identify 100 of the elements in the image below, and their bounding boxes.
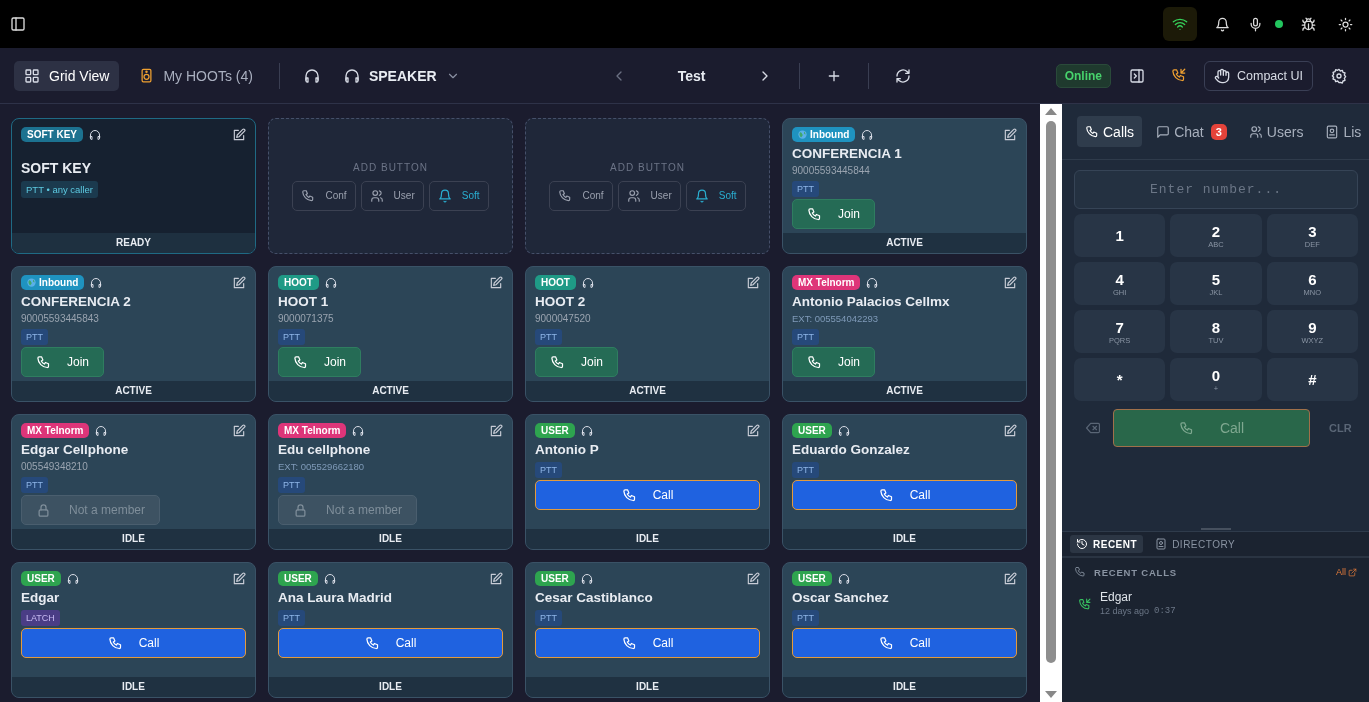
chat-icon [1156, 124, 1171, 139]
refresh-icon[interactable] [894, 67, 911, 84]
edit-icon[interactable] [1003, 571, 1017, 586]
phone-number: 9000071375 [278, 313, 334, 324]
key-card[interactable]: Inbound CONFERENCIA 2 90005593445843 PTT Join ACTIVE [11, 266, 256, 402]
phone-number: 9000047520 [535, 313, 591, 324]
edit-icon[interactable] [232, 571, 246, 586]
scrollbar[interactable] [1040, 104, 1062, 702]
panel-tab[interactable]: Chat 3 [1148, 116, 1235, 147]
backspace-icon[interactable] [1086, 421, 1100, 435]
edit-icon[interactable] [232, 127, 246, 142]
edit-icon[interactable] [232, 423, 246, 438]
microphone-icon[interactable] [1248, 16, 1263, 32]
incoming-call-icon[interactable] [1171, 68, 1186, 83]
edit-icon[interactable] [489, 571, 503, 586]
recent-tab[interactable]: RECENT [1070, 535, 1144, 553]
add-option-button[interactable]: Conf [292, 180, 356, 211]
edit-icon[interactable] [1003, 127, 1017, 142]
sun-icon[interactable] [1338, 16, 1353, 32]
call-button[interactable]: Call [792, 480, 1017, 510]
call-button[interactable]: Call [278, 628, 503, 658]
key-card[interactable]: MX Telnorm Antonio Palacios Cellmx EXT: 005554042293 PTT Join ACTIVE [782, 266, 1027, 402]
keypad-key[interactable]: # [1266, 358, 1358, 401]
settings-icon[interactable] [1331, 67, 1347, 84]
view-tab[interactable]: My HOOTs (4) [129, 60, 263, 91]
edit-icon[interactable] [746, 275, 760, 290]
edit-icon[interactable] [489, 423, 503, 438]
add-option-button[interactable]: Conf [549, 180, 613, 211]
headphones-icon [89, 128, 101, 141]
edit-icon[interactable] [232, 275, 246, 290]
join-button[interactable]: Join [792, 199, 875, 229]
key-card[interactable]: HOOT HOOT 2 9000047520 PTT Join ACTIVE [525, 266, 770, 402]
card-title: Ana Laura Madrid [278, 590, 393, 605]
card-title: HOOT 2 [535, 294, 586, 309]
add-option-button[interactable]: Soft [428, 180, 489, 211]
key-card[interactable]: USER Antonio P PTT Call IDLE [525, 414, 770, 550]
edit-icon[interactable] [489, 275, 503, 290]
audio-output-dropdown[interactable]: SPEAKER [337, 66, 466, 85]
extension-number: EXT: 005554042293 [792, 313, 879, 324]
bell-icon[interactable] [1215, 16, 1230, 32]
key-card[interactable]: USER Ana Laura Madrid PTT Call IDLE [268, 562, 513, 698]
add-option-button[interactable]: User [360, 180, 424, 211]
number-field[interactable]: Enter number... [1074, 170, 1358, 209]
status-label: IDLE [783, 529, 1026, 549]
keypad-key[interactable]: * [1074, 358, 1166, 401]
call-button[interactable]: Call [792, 628, 1017, 658]
bug-icon[interactable] [1301, 16, 1316, 32]
all-calls-link[interactable]: All [1336, 567, 1357, 577]
join-button[interactable]: Join [278, 347, 361, 377]
scroll-thumb[interactable] [1046, 121, 1056, 663]
headphones-icon [323, 572, 336, 585]
wifi-button[interactable] [1163, 7, 1197, 41]
headphones-icon[interactable] [303, 67, 320, 84]
join-button[interactable]: Join [21, 347, 104, 377]
key-card[interactable]: MX Telnorm Edu cellphone EXT: 005529662180 PTT Not a member IDLE [268, 414, 513, 550]
call-button[interactable]: Call [21, 628, 246, 658]
page-title: Test [676, 67, 707, 84]
sidebar-icon[interactable] [10, 16, 26, 32]
call-button[interactable]: Call [535, 480, 760, 510]
call-button[interactable]: Call [535, 628, 760, 658]
key-card[interactable]: HOOT HOOT 1 9000071375 PTT Join ACTIVE [268, 266, 513, 402]
key-card[interactable]: MX Telnorm Edgar Cellphone 005549348210 PTT Not a member IDLE [11, 414, 256, 550]
key-card[interactable]: USER Edgar LATCH Call IDLE [11, 562, 256, 698]
panel-tab[interactable]: Users [1240, 116, 1312, 147]
join-button[interactable]: Join [792, 347, 875, 377]
add-option-button[interactable]: User [617, 180, 681, 211]
add-option-button[interactable]: Soft [685, 180, 746, 211]
lock-icon [293, 502, 308, 518]
key-card[interactable]: SOFT KEY SOFT KEY PTT • any caller READY [11, 118, 256, 254]
view-tab[interactable]: Grid View [14, 60, 120, 91]
edit-icon[interactable] [746, 423, 760, 438]
key-card[interactable]: USER Cesar Castiblanco PTT Call IDLE [525, 562, 770, 698]
edit-icon[interactable] [1003, 275, 1017, 290]
key-card[interactable]: USER Eduardo Gonzalez PTT Call IDLE [782, 414, 1027, 550]
type-badge: Inbound [792, 127, 856, 142]
mode-tag: PTT [278, 477, 305, 493]
headphones-icon [580, 424, 593, 437]
card-title: Cesar Castiblanco [535, 590, 653, 605]
compact-ui-button[interactable]: Compact UI [1204, 60, 1313, 91]
mode-tag: PTT [21, 477, 48, 493]
headphones-icon [352, 424, 365, 437]
type-badge: USER [535, 423, 575, 438]
users-icon [626, 188, 641, 203]
phone-icon [1074, 566, 1086, 578]
history-icon [1076, 538, 1088, 550]
edit-icon[interactable] [1003, 423, 1017, 438]
panel-icon[interactable] [1129, 67, 1145, 84]
type-badge: MX Telnorm [21, 423, 90, 438]
call-time: 12 days ago [1100, 606, 1150, 616]
panel-tab[interactable]: Lis [1317, 116, 1369, 147]
caller-name: Edgar [1100, 590, 1134, 604]
panel-tab[interactable]: Calls [1077, 116, 1143, 147]
edit-icon[interactable] [746, 571, 760, 586]
join-button[interactable]: Join [535, 347, 618, 377]
card-title: Eduardo Gonzalez [792, 442, 910, 457]
key-card[interactable]: Inbound CONFERENCIA 1 90005593445844 PTT Join ACTIVE [782, 118, 1027, 254]
users-icon [369, 188, 384, 203]
key-card[interactable]: USER Oscar Sanchez PTT Call IDLE [782, 562, 1027, 698]
recent-tab[interactable]: DIRECTORY [1149, 535, 1242, 553]
keypad-key[interactable]: 1 [1074, 214, 1166, 257]
